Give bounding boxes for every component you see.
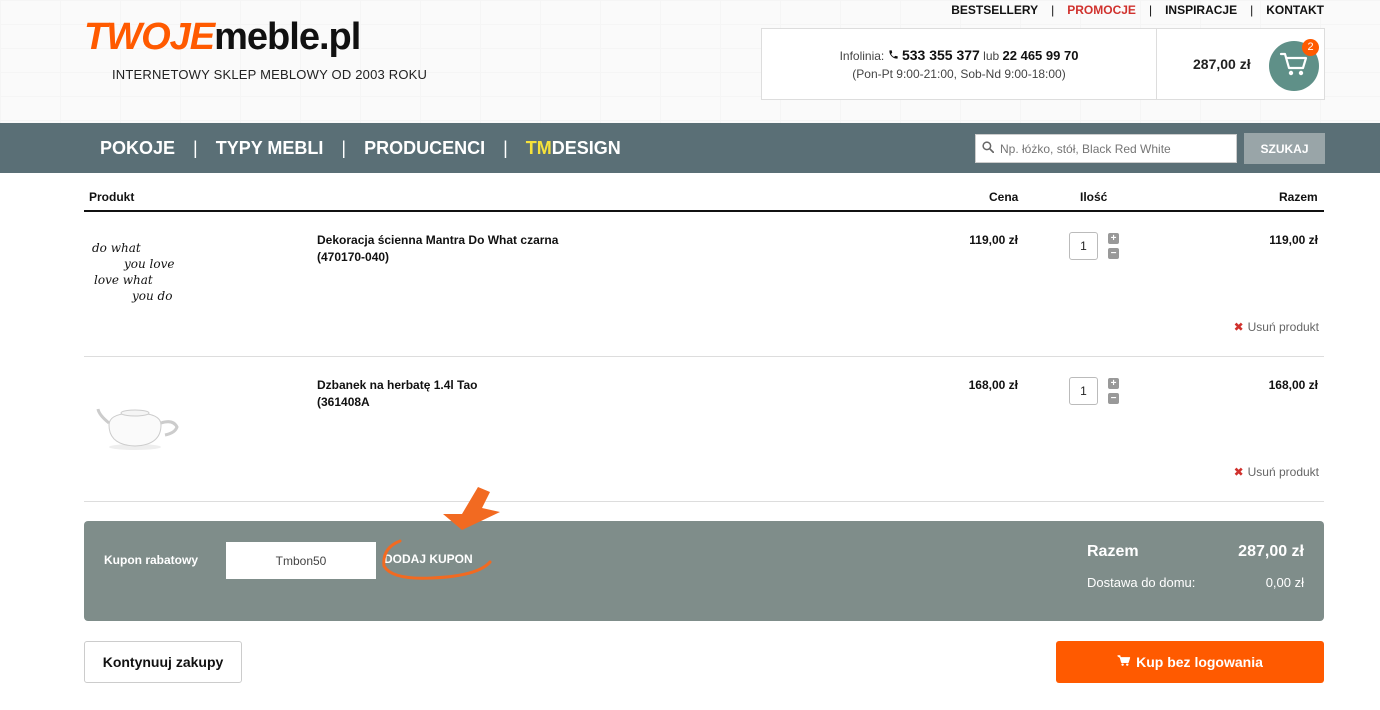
phone-icon: [888, 49, 902, 63]
site-logo[interactable]: TWOJEmeble.pl: [84, 16, 361, 58]
remove-label: Usuń produkt: [1247, 465, 1319, 479]
nav-separator: |: [193, 138, 198, 158]
product-price: 119,00 zł: [969, 233, 1018, 247]
product-price: 168,00 zł: [968, 378, 1018, 392]
nav-pokoje[interactable]: POKOJE: [100, 138, 175, 159]
topnav-separator: |: [1250, 3, 1254, 17]
nav-separator: |: [503, 138, 508, 158]
product-code: (361408A: [317, 395, 370, 409]
topnav-bestsellery[interactable]: BESTSELLERY: [951, 3, 1038, 17]
nav-producenci[interactable]: PRODUCENCI: [364, 138, 485, 159]
topnav-separator: |: [1148, 3, 1153, 17]
row-total: 168,00 zł: [1268, 378, 1318, 392]
summary-total-label: Razem: [1087, 543, 1139, 560]
main-nav: POKOJE | TYPY MEBLI | PRODUCENCI | TMDES…: [0, 123, 1380, 173]
cart-icon: [1117, 654, 1131, 670]
logo-part-meble: meble.pl: [214, 16, 361, 58]
shipping-value: 0,00 zł: [1265, 575, 1304, 590]
add-coupon-button[interactable]: DODAJ KUPON: [384, 552, 473, 566]
product-image-mantra[interactable]: do what you love love what you do: [88, 240, 198, 315]
remove-product-link[interactable]: ✖ Usuń produkt: [1234, 465, 1319, 479]
hotline-hours: (Pon-Pt 9:00-21:00, Sob-Nd 9:00-18:00): [852, 67, 1066, 81]
hotline-phone-2[interactable]: 22 465 99 70: [1003, 48, 1079, 63]
qty-minus-button[interactable]: −: [1108, 393, 1119, 404]
site-tagline: INTERNETOWY SKLEP MEBLOWY OD 2003 ROKU: [112, 67, 428, 82]
cart-button[interactable]: 2: [1269, 39, 1319, 91]
search-button[interactable]: SZUKAJ: [1244, 133, 1325, 164]
product-name[interactable]: Dzbanek na herbatę 1.4l Tao (361408A: [317, 377, 478, 411]
nav-tmdesign[interactable]: TMDESIGN: [526, 138, 621, 159]
coupon-summary-panel: Kupon rabatowy DODAJ KUPON Razem 287,00 …: [84, 521, 1324, 621]
top-nav: BESTSELLERY | PROMOCJE | INSPIRACJE | KO…: [951, 3, 1324, 17]
info-box: Infolinia: 533 355 377 lub 22 465 99 70 …: [761, 28, 1325, 100]
col-header-qty: Ilość: [1080, 190, 1108, 204]
topnav-kontakt[interactable]: KONTAKT: [1266, 3, 1324, 17]
coupon-input[interactable]: [226, 542, 376, 579]
remove-icon: ✖: [1233, 465, 1244, 479]
buy-without-login-button[interactable]: Kup bez logowania: [1056, 641, 1324, 683]
quantity-input[interactable]: 1: [1069, 232, 1098, 260]
col-header-price: Cena: [989, 190, 1019, 204]
col-header-total: Razem: [1279, 190, 1318, 204]
product-name[interactable]: Dekoracja ścienna Mantra Do What czarna …: [317, 232, 558, 266]
topnav-promocje[interactable]: PROMOCJE: [1067, 3, 1136, 17]
product-image-teapot[interactable]: [95, 395, 185, 460]
remove-label: Usuń produkt: [1247, 320, 1319, 334]
search-box: [975, 134, 1237, 163]
remove-product-link[interactable]: ✖ Usuń produkt: [1234, 320, 1319, 334]
hotline-info: Infolinia: 533 355 377 lub 22 465 99 70 …: [762, 29, 1157, 99]
topnav-inspiracje[interactable]: INSPIRACJE: [1165, 3, 1237, 17]
shipping-label: Dostawa do domu:: [1087, 575, 1196, 590]
nav-separator: |: [341, 138, 347, 158]
coupon-label: Kupon rabatowy: [104, 553, 199, 567]
mini-cart-total: 287,00 zł: [1193, 56, 1251, 72]
hotline-or: lub: [983, 49, 1000, 63]
hotline-label: Infolinia:: [839, 49, 885, 63]
cart-count-badge: 2: [1302, 39, 1319, 56]
summary-total-value: 287,00 zł: [1238, 543, 1304, 560]
product-title[interactable]: Dekoracja ścienna Mantra Do What czarna: [317, 232, 558, 249]
search-input[interactable]: [1000, 141, 1230, 156]
nav-tmdesign-suffix: DESIGN: [551, 138, 621, 158]
remove-icon: ✖: [1233, 320, 1244, 334]
nav-typy-mebli[interactable]: TYPY MEBLI: [216, 138, 324, 159]
qty-plus-button[interactable]: +: [1108, 378, 1119, 389]
mini-cart[interactable]: 287,00 zł 2: [1157, 29, 1324, 99]
buy-label: Kup bez logowania: [1136, 654, 1263, 670]
logo-part-twoje: TWOJE: [84, 16, 215, 58]
product-code: (470170-040): [317, 250, 390, 264]
product-title[interactable]: Dzbanek na herbatę 1.4l Tao: [317, 377, 478, 394]
nav-tmdesign-prefix: TM: [525, 138, 552, 158]
col-header-product: Produkt: [89, 190, 135, 204]
topnav-separator: |: [1051, 3, 1055, 17]
continue-shopping-button[interactable]: Kontynuuj zakupy: [84, 641, 242, 683]
row-divider: [84, 356, 1324, 357]
row-divider: [84, 501, 1324, 502]
hotline-phone-1[interactable]: 533 355 377: [902, 47, 980, 63]
table-header-divider: [84, 210, 1324, 212]
cart-icon: [1279, 50, 1309, 83]
qty-plus-button[interactable]: +: [1108, 233, 1119, 244]
row-total: 119,00 zł: [1269, 233, 1318, 247]
search-icon: [982, 140, 995, 158]
header: TWOJEmeble.pl INTERNETOWY SKLEP MEBLOWY …: [0, 0, 1380, 123]
quantity-input[interactable]: 1: [1069, 377, 1098, 405]
qty-minus-button[interactable]: −: [1108, 248, 1119, 259]
